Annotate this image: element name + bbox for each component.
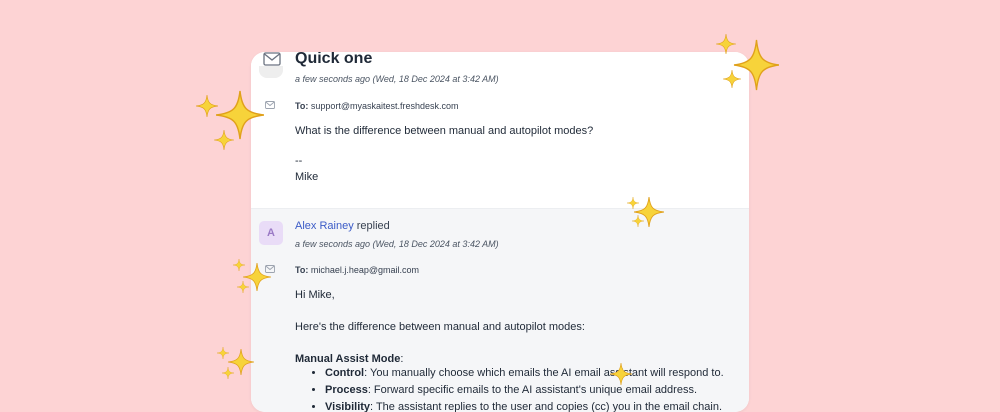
signature-name: Mike <box>295 171 319 183</box>
recipient-address: michael.j.heap@gmail.com <box>310 265 420 275</box>
mode-details-list: Control: You manually choose which email… <box>295 367 749 412</box>
email-thread-card: Quick one a few seconds ago (Wed, 18 Dec… <box>251 52 749 412</box>
message-body-line: What is the difference between manual an… <box>295 125 594 137</box>
section-heading: Manual Assist Mode: <box>295 353 403 365</box>
sparkle-icon <box>632 214 644 228</box>
list-item-text: : The assistant replies to the user and … <box>370 401 723 412</box>
sparkle-icon <box>222 366 234 380</box>
list-item-text: : You manually choose which emails the A… <box>364 367 724 379</box>
reply-message: A Alex Rainey replied a few seconds ago … <box>251 208 749 412</box>
signature-separator: -- <box>295 155 303 167</box>
section-title: Manual Assist Mode <box>295 353 401 365</box>
reply-greeting: Hi Mike, <box>295 289 335 301</box>
to-label: To: <box>295 101 309 111</box>
original-message: Quick one a few seconds ago (Wed, 18 Dec… <box>251 52 749 208</box>
section-colon: : <box>400 353 404 365</box>
envelope-icon <box>265 101 275 109</box>
message-timestamp: a few seconds ago (Wed, 18 Dec 2024 at 3… <box>295 74 499 84</box>
to-label: To: <box>295 265 309 275</box>
recipient-address: support@myaskaitest.freshdesk.com <box>310 101 459 111</box>
list-item-term: Control <box>325 367 365 379</box>
sender-name-link[interactable]: Alex Rainey <box>295 220 354 232</box>
envelope-icon <box>263 52 281 66</box>
list-item: Control: You manually choose which email… <box>325 367 749 380</box>
avatar: A <box>259 221 283 245</box>
reply-timestamp: a few seconds ago (Wed, 18 Dec 2024 at 3… <box>295 239 499 249</box>
sparkle-icon <box>196 94 218 118</box>
avatar <box>259 66 283 78</box>
list-item-term: Process <box>325 384 368 396</box>
sender-verb: replied <box>356 220 390 232</box>
list-item: Visibility: The assistant replies to the… <box>325 401 749 412</box>
recipient-line: To: support@myaskaitest.freshdesk.com <box>295 101 459 111</box>
list-item-text: : Forward specific emails to the AI assi… <box>367 384 698 396</box>
sparkle-icon <box>610 362 632 386</box>
reply-intro: Here's the difference between manual and… <box>295 321 585 333</box>
reply-sender: Alex Rainey replied <box>295 220 390 232</box>
sparkle-icon <box>237 280 249 294</box>
sparkle-icon <box>217 346 229 360</box>
sparkle-icon <box>723 69 741 89</box>
list-item-term: Visibility <box>325 401 371 412</box>
sparkle-icon <box>627 196 639 210</box>
sparkle-icon <box>214 129 234 151</box>
email-subject: Quick one <box>295 52 373 67</box>
recipient-line: To: michael.j.heap@gmail.com <box>295 265 419 275</box>
list-item: Process: Forward specific emails to the … <box>325 384 749 397</box>
sparkle-icon <box>716 33 736 55</box>
sparkle-icon <box>233 258 245 272</box>
